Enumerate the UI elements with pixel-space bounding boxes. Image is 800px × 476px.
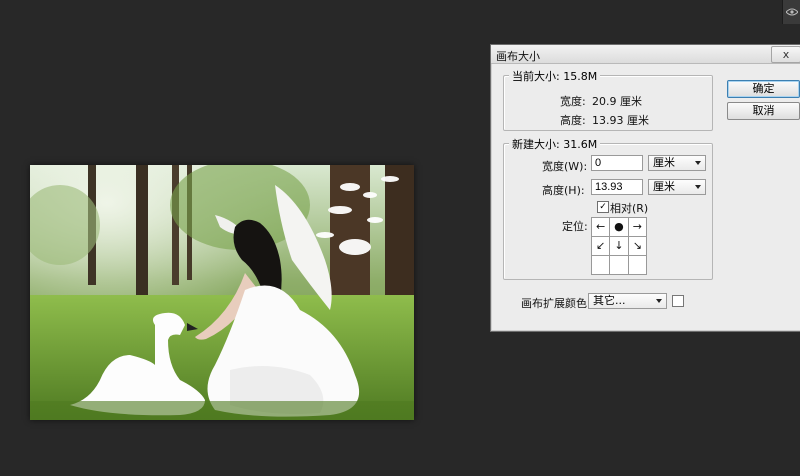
anchor-top-right-arrow-icon[interactable]: → bbox=[627, 217, 648, 237]
close-button[interactable]: x bbox=[771, 46, 800, 63]
current-height-label: 高度: bbox=[560, 114, 586, 127]
canvas-size-dialog: 画布大小 x 当前大小: 15.8M 宽度: 20.9 厘米 高度: 13.93… bbox=[490, 44, 800, 332]
new-width-input[interactable] bbox=[591, 155, 643, 171]
dropdown-arrow-icon bbox=[695, 161, 701, 165]
current-height-value: 13.93 厘米 bbox=[592, 114, 649, 127]
new-size-legend: 新建大小: 31.6M bbox=[509, 136, 601, 152]
new-height-input[interactable] bbox=[591, 179, 643, 195]
canvas-photo[interactable] bbox=[30, 165, 414, 420]
checkmark-icon: ✓ bbox=[599, 202, 607, 212]
current-width-label: 宽度: bbox=[560, 95, 586, 108]
anchor-center-dot-icon[interactable]: ● bbox=[609, 217, 629, 237]
current-size-legend: 当前大小: 15.8M bbox=[509, 68, 601, 84]
new-width-label: 宽度(W): bbox=[542, 160, 588, 173]
layer-visibility-eye-icon[interactable] bbox=[782, 0, 800, 24]
current-size-group: 当前大小: 15.8M 宽度: 20.9 厘米 高度: 13.93 厘米 bbox=[503, 68, 713, 131]
new-height-label: 高度(H): bbox=[542, 184, 585, 197]
current-width-value: 20.9 厘米 bbox=[592, 95, 642, 108]
cancel-button[interactable]: 取消 bbox=[727, 102, 800, 120]
dropdown-arrow-icon bbox=[656, 299, 662, 303]
anchor-bottom-right-cell[interactable] bbox=[627, 255, 648, 275]
relative-label[interactable]: 相对(R) bbox=[610, 200, 648, 216]
anchor-right-down-arrow-icon[interactable]: ↘ bbox=[627, 236, 648, 256]
new-width-unit-select[interactable]: 厘米 bbox=[648, 155, 706, 171]
canvas-extension-color-label: 画布扩展颜色: bbox=[521, 297, 591, 310]
anchor-label: 定位: bbox=[562, 220, 588, 233]
relative-checkbox[interactable]: ✓ bbox=[597, 201, 609, 213]
anchor-bottom-left-cell[interactable] bbox=[590, 255, 611, 275]
canvas-extension-color-value: 其它... bbox=[593, 294, 626, 307]
new-height-unit-value: 厘米 bbox=[653, 180, 675, 193]
canvas-extension-color-swatch[interactable] bbox=[672, 295, 684, 307]
anchor-bottom-center-cell[interactable] bbox=[609, 255, 629, 275]
anchor-left-down-arrow-icon[interactable]: ↙ bbox=[590, 236, 611, 256]
dropdown-arrow-icon bbox=[695, 185, 701, 189]
canvas-extension-color-select[interactable]: 其它... bbox=[588, 293, 667, 309]
anchor-grid: ← ● → ↙ ↓ ↘ bbox=[590, 217, 648, 275]
new-width-unit-value: 厘米 bbox=[653, 156, 675, 169]
dialog-title: 画布大小 bbox=[496, 50, 540, 63]
ok-button[interactable]: 确定 bbox=[727, 80, 800, 98]
anchor-top-left-arrow-icon[interactable]: ← bbox=[590, 217, 611, 237]
dialog-titlebar: 画布大小 x bbox=[491, 45, 800, 64]
new-height-unit-select[interactable]: 厘米 bbox=[648, 179, 706, 195]
anchor-down-arrow-icon[interactable]: ↓ bbox=[609, 236, 629, 256]
